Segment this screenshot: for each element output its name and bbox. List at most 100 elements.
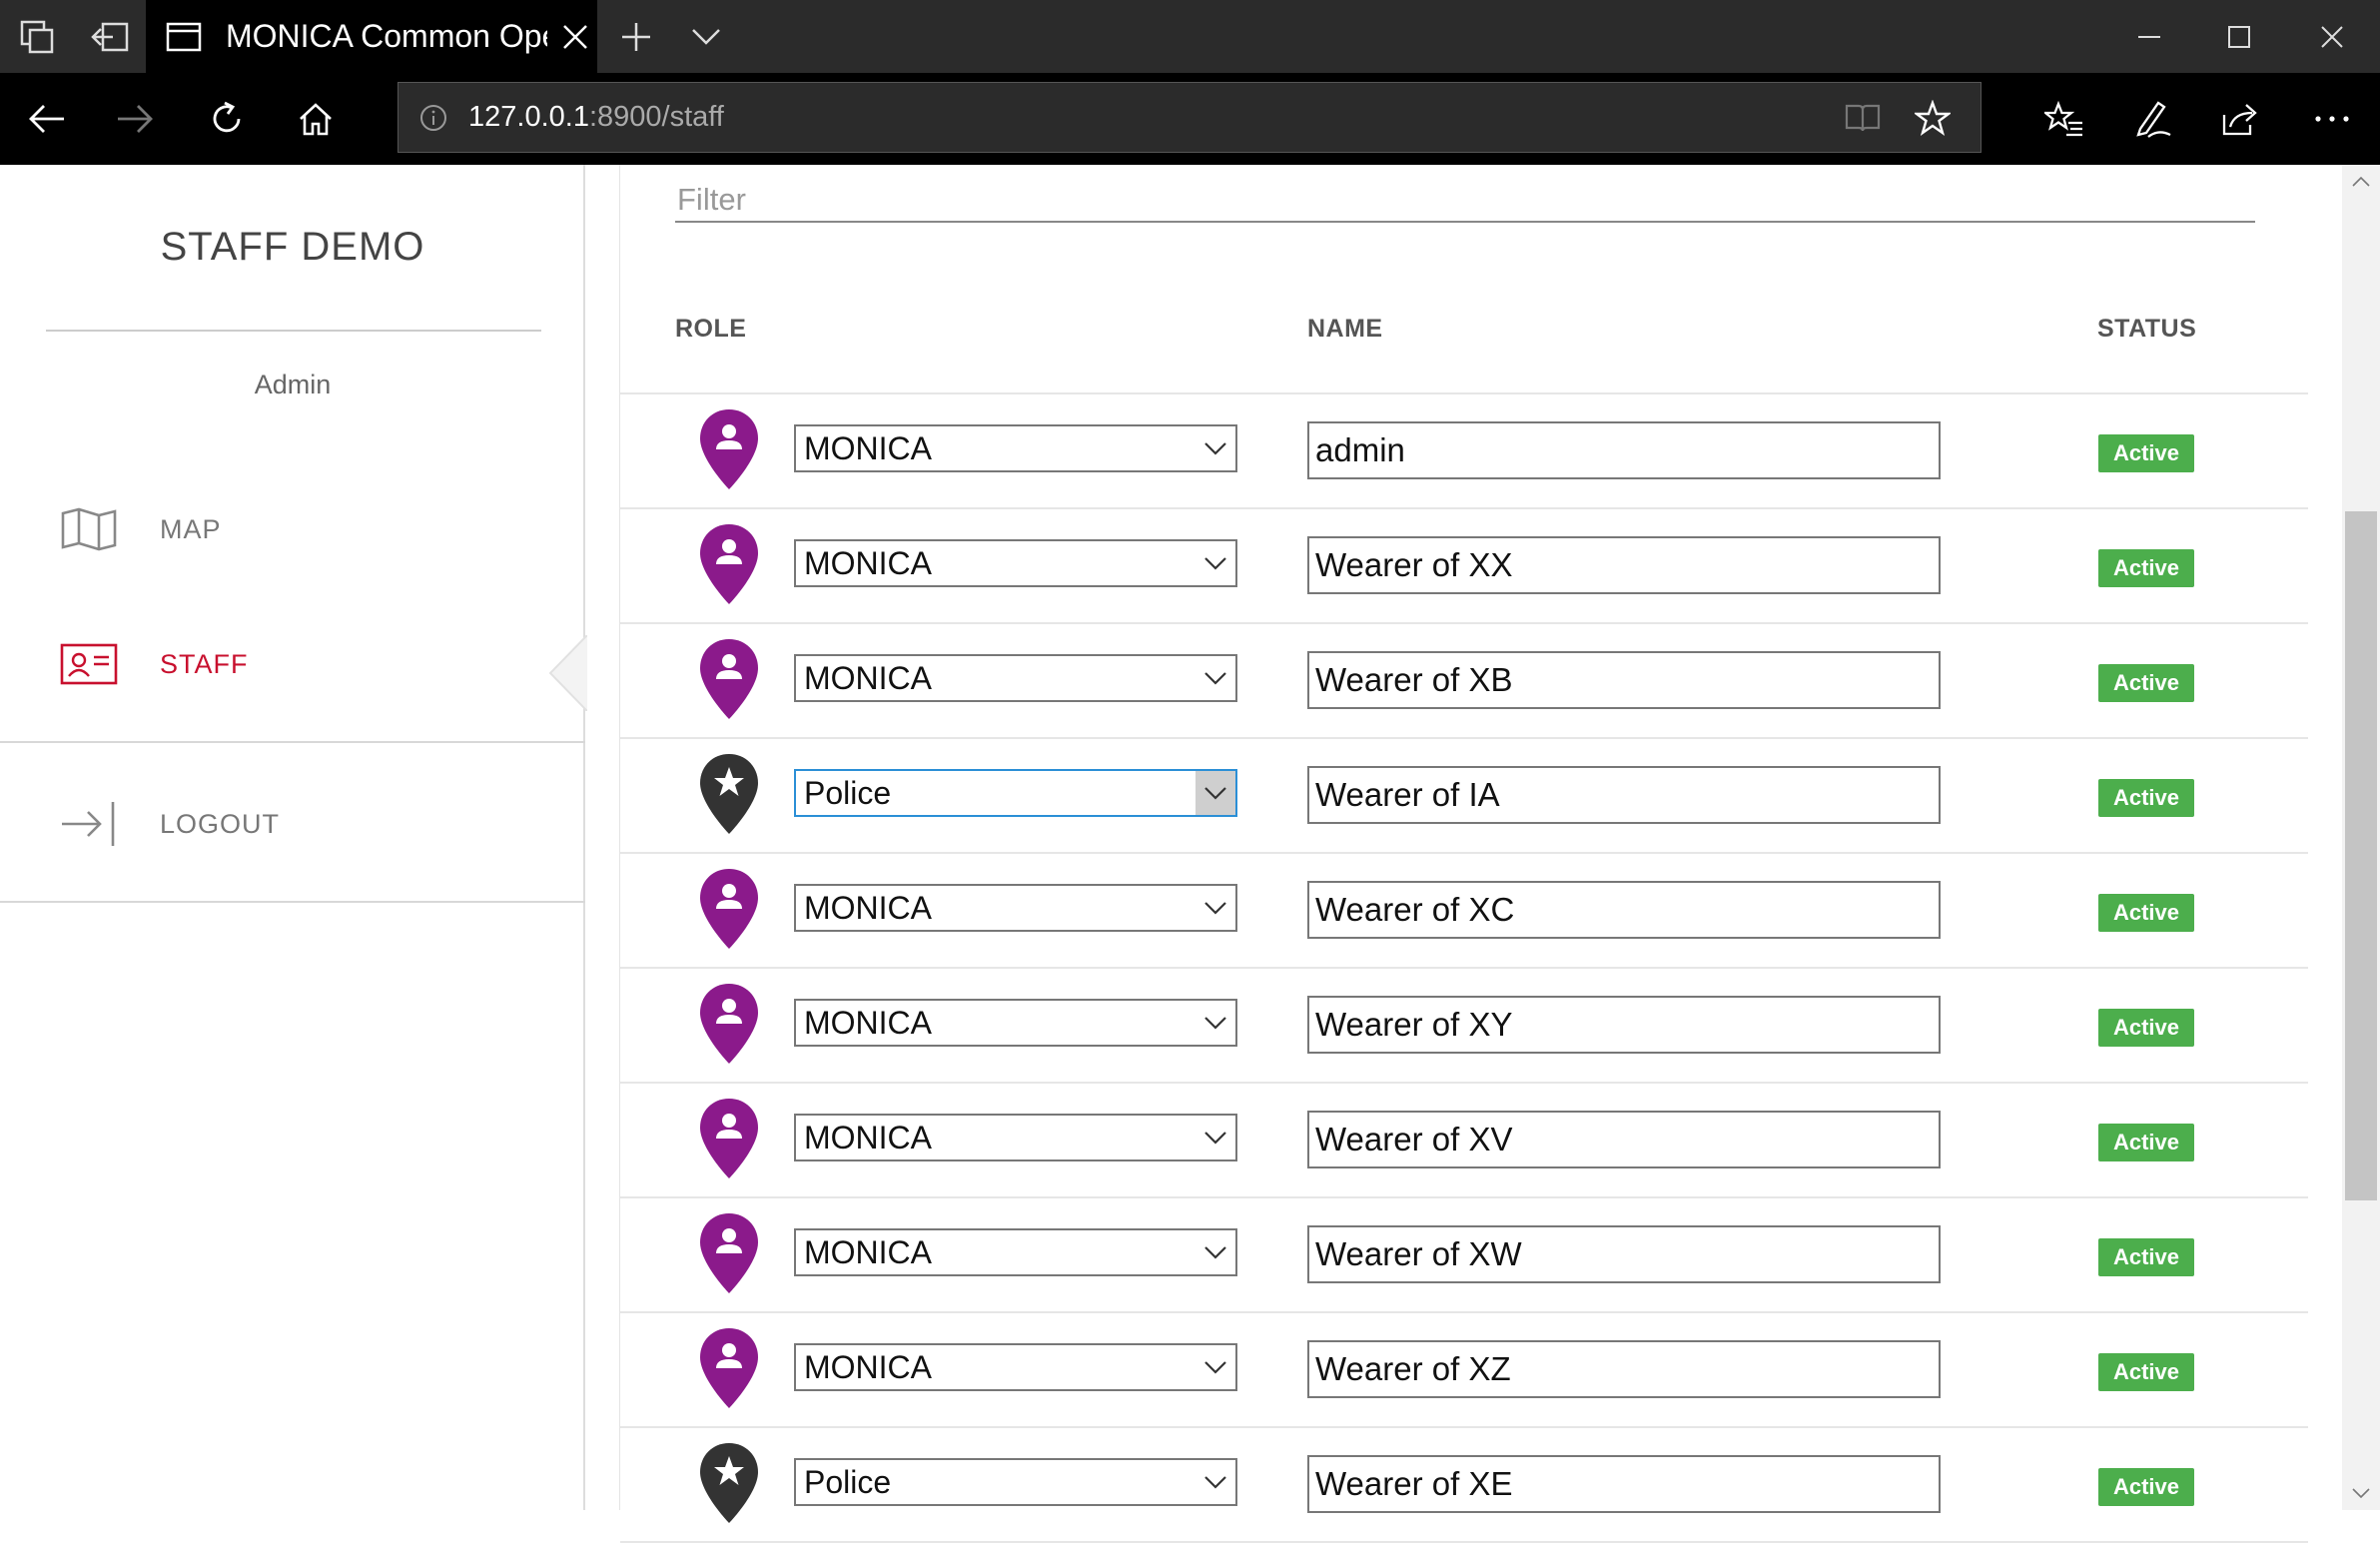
staff-table-panel: ROLE NAME STATUS MONICA Active MONICA [619,165,2308,1543]
close-window-button[interactable] [2297,0,2367,73]
name-input[interactable] [1307,536,1941,594]
id-card-icon [60,643,118,685]
role-select[interactable]: Police [794,1458,1237,1506]
address-host: 127.0.0.1 [468,101,589,133]
back-arrow-icon [29,105,64,133]
tab-actions-button[interactable] [0,0,73,73]
nav-separator [0,901,585,903]
person-pin-icon [700,409,758,489]
role-select[interactable]: MONICA [794,1228,1237,1276]
sidebar-divider [46,330,541,332]
new-tab-button[interactable] [601,0,671,73]
chevron-down-icon [1195,1230,1235,1274]
role-select[interactable]: MONICA [794,999,1237,1047]
chevron-down-icon [1195,426,1235,470]
person-pin-icon [700,1099,758,1178]
nav-item-staff[interactable]: STAFF [0,614,583,714]
nav-separator [0,741,585,743]
forward-button[interactable] [100,73,170,165]
scroll-up-button[interactable] [2342,167,2380,197]
pen-icon [2136,101,2171,138]
column-header-role[interactable]: ROLE [675,315,746,344]
status-badge: Active [2098,1468,2194,1506]
name-input[interactable] [1307,766,1941,824]
vertical-scrollbar[interactable] [2342,165,2380,1510]
role-select[interactable]: MONICA [794,424,1237,472]
column-header-name[interactable]: NAME [1307,315,1383,344]
scroll-down-button[interactable] [2342,1478,2380,1508]
name-input[interactable] [1307,996,1941,1054]
role-value: MONICA [804,1004,932,1041]
home-button[interactable] [281,73,351,165]
tab-title: MONICA Common Operational Picture [226,18,547,54]
status-badge: Active [2098,549,2194,587]
active-tab[interactable]: MONICA Common Operational Picture [146,0,597,73]
role-select[interactable]: MONICA [794,654,1237,702]
set-aside-icon [90,22,128,51]
user-name: Admin [254,370,332,399]
close-icon [2321,25,2343,48]
role-select[interactable]: MONICA [794,1343,1237,1391]
share-icon [2222,104,2257,136]
chevron-down-icon [2352,1488,2370,1498]
more-button[interactable] [2297,73,2367,165]
status-badge: Active [2098,1353,2194,1391]
minimize-button[interactable] [2114,0,2184,73]
person-pin-icon [700,869,758,949]
back-button[interactable] [12,73,82,165]
name-input[interactable] [1307,1455,1941,1513]
favorites-list-icon [2044,101,2082,137]
nav-item-logout[interactable]: LOGOUT [0,774,583,874]
favorites-button[interactable] [2029,73,2099,165]
status-badge: Active [2098,1009,2194,1047]
address-path: :8900/staff [588,101,724,133]
set-aside-tabs-button[interactable] [73,0,146,73]
minimize-icon [2138,35,2160,38]
address-url[interactable]: 127.0.0.1:8900/staff [468,101,724,134]
role-value: Police [804,1463,892,1500]
star-pin-icon [700,754,758,834]
name-input[interactable] [1307,881,1941,939]
table-row: MONICA Active [620,1313,2308,1428]
role-select[interactable]: MONICA [794,884,1237,932]
role-select[interactable]: Police [794,769,1237,817]
person-pin-icon [700,1213,758,1293]
filter-input[interactable] [675,179,2255,223]
chevron-down-icon [1195,1116,1235,1159]
name-input[interactable] [1307,1225,1941,1283]
name-input[interactable] [1307,1340,1941,1398]
nav-item-map[interactable]: MAP [0,479,583,579]
nav-label-logout: LOGOUT [160,808,281,839]
browser-toolbar: 127.0.0.1:8900/staff [0,73,2380,165]
page-content: STAFF DEMO Admin MAP STAFF LOGOUT ROLE N… [0,165,2380,1543]
chevron-down-icon [1195,541,1235,585]
web-notes-button[interactable] [2117,73,2187,165]
favorite-star-icon[interactable] [1915,99,1951,136]
refresh-icon [213,101,241,133]
name-input[interactable] [1307,651,1941,709]
share-button[interactable] [2205,73,2275,165]
role-select[interactable]: MONICA [794,1114,1237,1161]
close-tab-icon[interactable] [561,23,589,51]
sidebar: STAFF DEMO Admin MAP STAFF LOGOUT [0,165,587,1510]
info-icon[interactable] [418,103,448,133]
column-header-status[interactable]: STATUS [2097,315,2196,344]
status-badge: Active [2098,434,2194,472]
reading-view-icon[interactable] [1845,103,1881,133]
app-title: STAFF DEMO [160,225,425,269]
plus-icon [622,22,650,51]
maximize-button[interactable] [2204,0,2274,73]
scroll-thumb[interactable] [2345,511,2377,1200]
star-pin-icon [700,1443,758,1523]
logout-icon [62,802,115,846]
nav-label-staff: STAFF [160,648,249,679]
refresh-button[interactable] [192,73,262,165]
person-pin-icon [700,984,758,1064]
name-input[interactable] [1307,1111,1941,1168]
role-select[interactable]: MONICA [794,539,1237,587]
tab-actions-icon [20,20,53,53]
table-row: MONICA Active [620,854,2308,969]
address-bar[interactable]: 127.0.0.1:8900/staff [397,82,1982,153]
tab-preview-button[interactable] [671,0,741,73]
name-input[interactable] [1307,421,1941,479]
